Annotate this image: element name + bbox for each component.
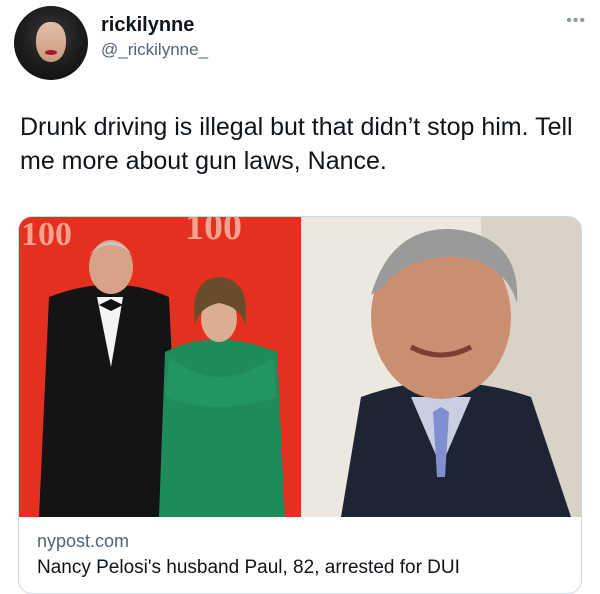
display-name[interactable]: rickilynne — [101, 14, 194, 37]
avatar-face — [36, 22, 66, 62]
avatar[interactable] — [14, 6, 88, 80]
backdrop-text-left: 100 — [21, 217, 72, 253]
card-title[interactable]: Nancy Pelosi's husband Paul, 82, arreste… — [37, 557, 460, 579]
card-domain[interactable]: nypost.com — [37, 531, 129, 552]
photo-portrait-closeup — [301, 217, 581, 517]
photo-couple-red-carpet: 100 100 — [19, 217, 301, 517]
couple-illustration: 100 100 — [19, 217, 301, 517]
link-card[interactable]: 100 100 nypost.com Nancy Pelosi's husban… — [18, 216, 582, 594]
tweet-text: Drunk driving is illegal but that didn’t… — [20, 113, 573, 175]
portrait-illustration — [301, 217, 581, 517]
card-media[interactable]: 100 100 — [19, 217, 581, 517]
more-icon[interactable]: ••• — [566, 12, 586, 30]
backdrop-text-right: 100 — [185, 217, 242, 248]
user-handle[interactable]: @_rickilynne_ — [101, 40, 208, 60]
avatar-lips — [45, 50, 57, 55]
